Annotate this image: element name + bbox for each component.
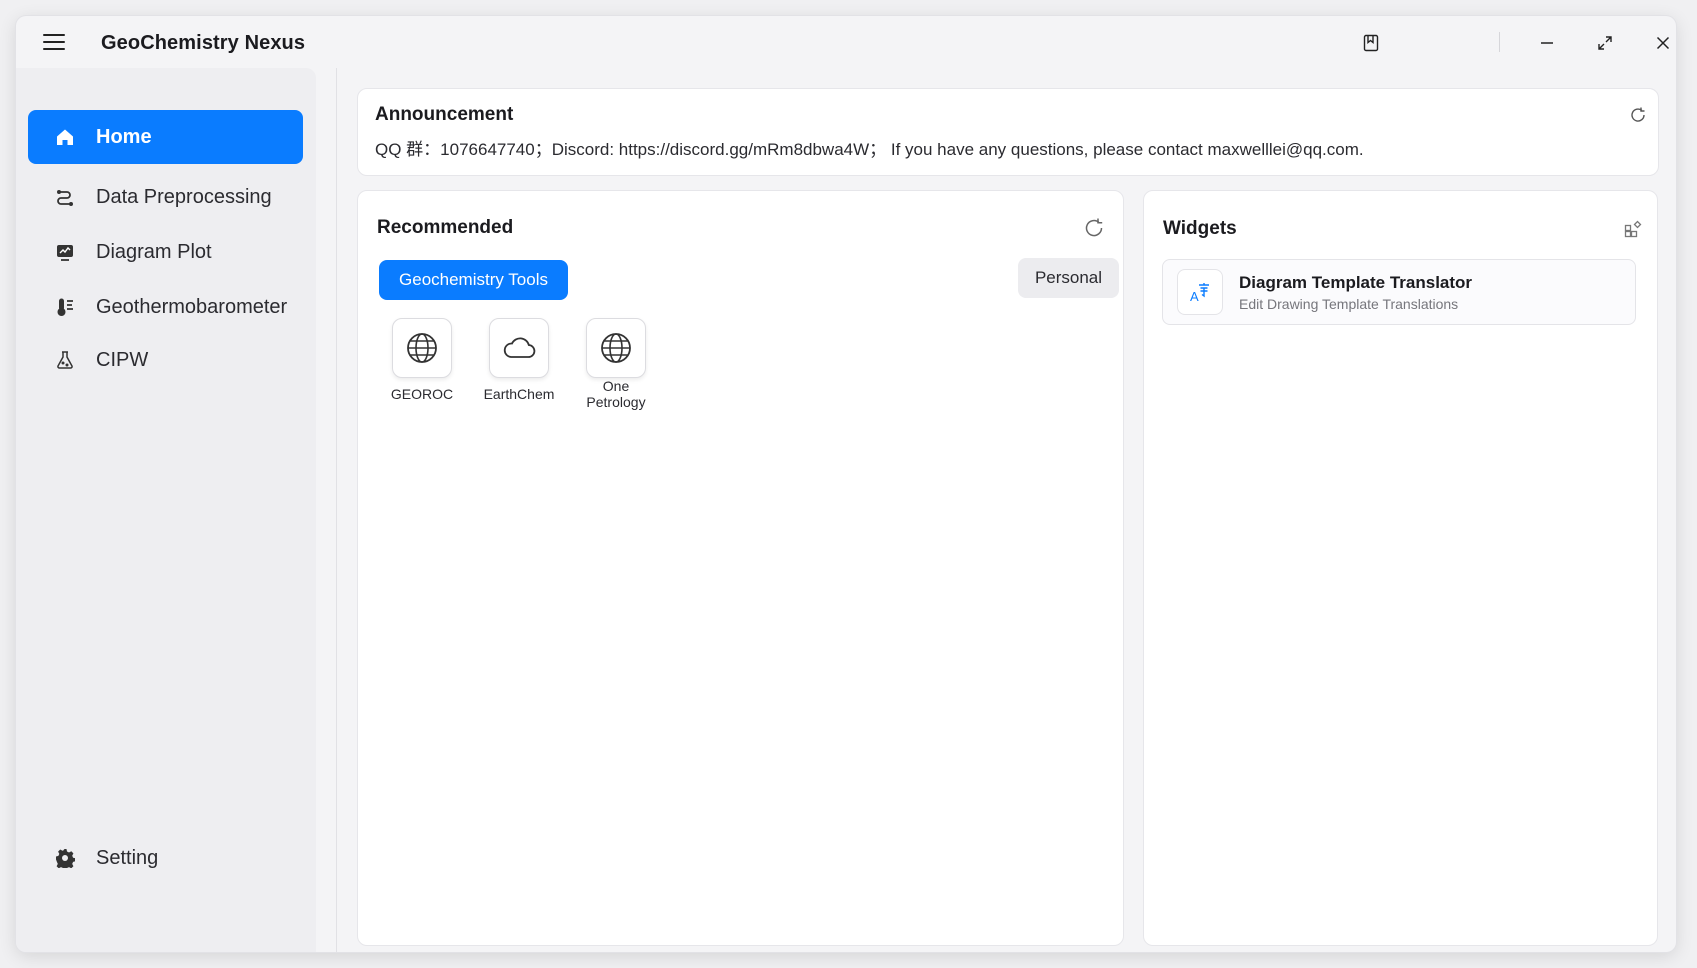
- diagram-plot-icon: [54, 241, 76, 263]
- sidebar-item-cipw[interactable]: CIPW: [28, 333, 303, 387]
- tool-one-petrology[interactable]: One Petrology: [571, 318, 661, 410]
- tool-label: EarthChem: [483, 386, 555, 402]
- home-icon: [54, 126, 76, 148]
- minimize-icon[interactable]: [1532, 28, 1562, 58]
- sidebar-item-label: Data Preprocessing: [96, 185, 272, 208]
- sidebar-item-diagram-plot[interactable]: Diagram Plot: [28, 225, 303, 279]
- globe-icon: [392, 318, 452, 378]
- add-widget-icon[interactable]: [1623, 219, 1643, 239]
- sidebar: Home Data Preprocessing Diagram Plot Geo…: [16, 68, 316, 952]
- widget-subtitle: Edit Drawing Template Translations: [1239, 296, 1459, 312]
- announcement-card: Announcement QQ 群：1076647740；Discord: ht…: [357, 88, 1659, 176]
- globe-icon: [586, 318, 646, 378]
- widgets-title: Widgets: [1163, 218, 1237, 239]
- sidebar-item-home[interactable]: Home: [28, 110, 303, 164]
- svg-text:A: A: [1190, 289, 1199, 304]
- tab-geochemistry-tools[interactable]: Geochemistry Tools: [379, 260, 568, 300]
- sidebar-item-geothermobarometer[interactable]: Geothermobarometer: [28, 280, 303, 334]
- sidebar-item-label: Home: [96, 125, 152, 148]
- tool-earthchem[interactable]: EarthChem: [474, 318, 564, 402]
- announcement-title: Announcement: [375, 104, 514, 125]
- sidebar-item-data-preprocessing[interactable]: Data Preprocessing: [28, 170, 303, 224]
- tab-personal[interactable]: Personal: [1018, 258, 1119, 298]
- maximize-icon[interactable]: [1590, 28, 1620, 58]
- close-icon[interactable]: [1648, 28, 1676, 58]
- announcement-text: QQ 群：1076647740；Discord: https://discord…: [375, 140, 1364, 159]
- tool-label: GEOROC: [390, 386, 454, 402]
- title-bar: GeoChemistry Nexus: [16, 16, 1676, 68]
- cloud-icon: [489, 318, 549, 378]
- sidebar-item-label: Geothermobarometer: [96, 295, 288, 318]
- app-window: GeoChemistry Nexus Home Data Preprocessi…: [16, 16, 1676, 952]
- sidebar-item-label: CIPW: [96, 348, 149, 371]
- hamburger-menu-icon[interactable]: [42, 30, 66, 54]
- tool-label: One Petrology: [586, 378, 646, 410]
- tool-georoc[interactable]: GEOROC: [377, 318, 467, 402]
- cipw-icon: [54, 349, 76, 371]
- widget-title: Diagram Template Translator: [1239, 273, 1473, 292]
- app-title: GeoChemistry Nexus: [101, 32, 306, 54]
- sidebar-item-setting[interactable]: Setting: [28, 831, 303, 885]
- thermometer-icon: [54, 296, 76, 318]
- widgets-card: Widgets A Diagram Template Translator Ed…: [1143, 190, 1658, 946]
- translate-icon: A: [1177, 269, 1223, 315]
- title-divider: [1499, 32, 1500, 52]
- data-preprocessing-icon: [54, 186, 76, 208]
- refresh-icon[interactable]: [1628, 105, 1648, 125]
- gear-icon: [54, 847, 76, 869]
- recommended-card: Recommended Geochemistry Tools Personal …: [357, 190, 1124, 946]
- content-divider: [336, 68, 337, 952]
- refresh-icon[interactable]: [1082, 216, 1106, 240]
- sidebar-item-label: Diagram Plot: [96, 240, 212, 263]
- bookmark-icon[interactable]: [1356, 28, 1386, 58]
- widget-diagram-template-translator[interactable]: A Diagram Template Translator Edit Drawi…: [1162, 259, 1636, 325]
- sidebar-item-label: Setting: [96, 846, 159, 869]
- recommended-title: Recommended: [377, 217, 514, 238]
